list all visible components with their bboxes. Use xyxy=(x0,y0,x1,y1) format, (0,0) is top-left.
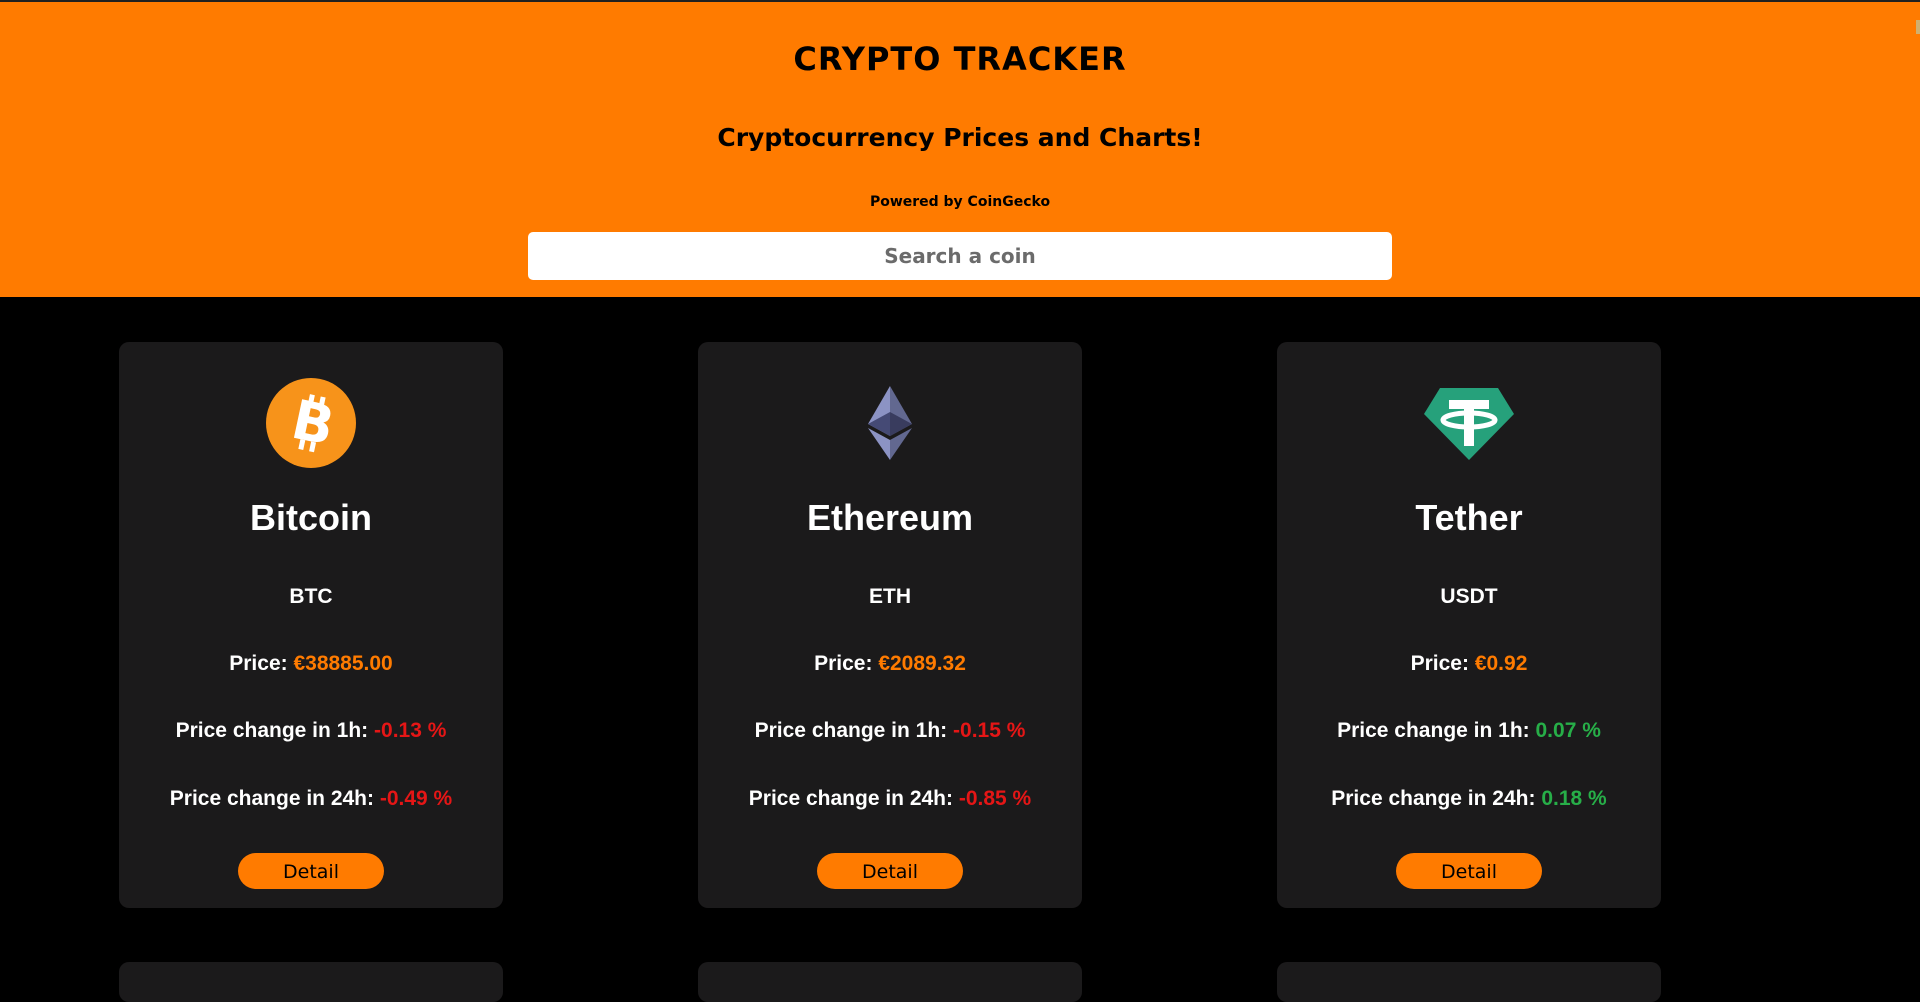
change-1h-row: Price change in 1h: -0.15 % xyxy=(698,719,1082,743)
price-row: Price: €0.92 xyxy=(1277,652,1661,676)
change-24h-row: Price change in 24h: -0.49 % xyxy=(119,787,503,811)
bitcoin-icon: B xyxy=(266,378,356,468)
change-24h-label: Price change in 24h: xyxy=(169,787,375,810)
change-1h-label: Price change in 1h: xyxy=(175,719,369,742)
price-row: Price: €38885.00 xyxy=(119,652,503,676)
change-1h-label: Price change in 1h: xyxy=(1337,719,1530,742)
detail-button[interactable]: Detail xyxy=(1396,853,1542,889)
tether-icon xyxy=(1424,388,1514,460)
change-1h-label: Price change in 1h: xyxy=(754,719,948,742)
change-1h-row: Price change in 1h: 0.07 % xyxy=(1277,719,1661,743)
coin-card-partial xyxy=(1277,962,1661,1002)
coin-card-ethereum: Ethereum ETH Price: €2089.32 Price chang… xyxy=(698,342,1082,908)
powered-by-text: Powered by CoinGecko xyxy=(869,194,1051,210)
price-label: Price: xyxy=(229,652,288,675)
scrollbar-thumb[interactable] xyxy=(1916,20,1920,34)
coin-card-bitcoin: B Bitcoin BTC Price: €38885.00 Price cha… xyxy=(119,342,503,908)
price-value: €0.92 xyxy=(1474,652,1528,675)
price-value: €2089.32 xyxy=(878,652,966,675)
change-1h-row: Price change in 1h: -0.13 % xyxy=(119,719,503,743)
coin-card-partial xyxy=(698,962,1082,1002)
change-24h-value: 0.18 % xyxy=(1541,787,1607,810)
price-label: Price: xyxy=(1410,652,1469,675)
ethereum-icon xyxy=(868,386,912,460)
change-1h-value: -0.15 % xyxy=(953,719,1026,742)
detail-button[interactable]: Detail xyxy=(238,853,384,889)
page-subtitle: Cryptocurrency Prices and Charts! xyxy=(717,123,1203,152)
page-title: CRYPTO TRACKER xyxy=(793,40,1127,78)
price-label: Price: xyxy=(814,652,873,675)
detail-button[interactable]: Detail xyxy=(817,853,963,889)
coin-symbol: BTC xyxy=(289,585,333,608)
coin-name: Bitcoin xyxy=(250,497,372,538)
change-24h-value: -0.85 % xyxy=(958,787,1032,810)
coin-card-tether: Tether USDT Price: €0.92 Price change in… xyxy=(1277,342,1661,908)
coin-symbol: USDT xyxy=(1440,585,1498,608)
change-24h-label: Price change in 24h: xyxy=(748,787,954,810)
coin-card-partial xyxy=(119,962,503,1002)
price-value: €38885.00 xyxy=(293,652,393,675)
coin-name: Tether xyxy=(1415,497,1523,538)
coin-name: Ethereum xyxy=(806,497,974,538)
change-1h-value: 0.07 % xyxy=(1535,719,1601,742)
change-24h-value: -0.49 % xyxy=(379,787,453,810)
price-row: Price: €2089.32 xyxy=(698,652,1082,676)
header: CRYPTO TRACKER Cryptocurrency Prices and… xyxy=(0,2,1920,297)
search-input[interactable] xyxy=(528,232,1392,280)
coin-symbol: ETH xyxy=(869,585,911,608)
change-1h-value: -0.13 % xyxy=(374,719,447,742)
change-24h-label: Price change in 24h: xyxy=(1331,787,1536,810)
change-24h-row: Price change in 24h: -0.85 % xyxy=(698,787,1082,811)
change-24h-row: Price change in 24h: 0.18 % xyxy=(1277,787,1661,811)
